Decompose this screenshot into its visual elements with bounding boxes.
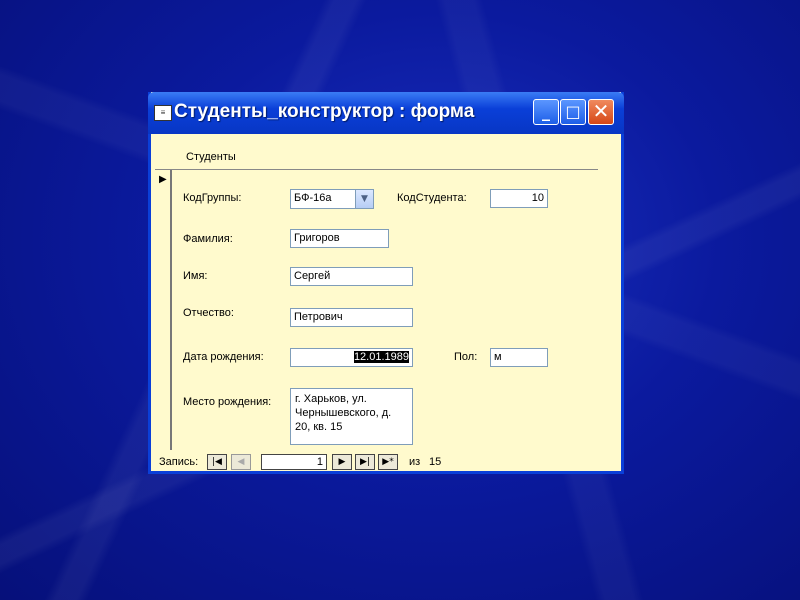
record-navigation-bar: Запись: |◀ ◀ 1 ▶ ▶| ▶* из 15: [151, 452, 621, 472]
maximize-button[interactable]: □: [560, 99, 586, 125]
birth-date-label: Дата рождения:: [183, 351, 264, 363]
next-record-button[interactable]: ▶: [332, 454, 352, 470]
group-code-combo[interactable]: БФ-16а ▼: [290, 189, 374, 209]
last-record-button[interactable]: ▶|: [355, 454, 375, 470]
last-record-icon: ▶|: [360, 457, 370, 467]
current-record-arrow-icon: ▶: [159, 174, 167, 185]
group-code-label: КодГруппы:: [183, 192, 242, 204]
close-button[interactable]: ✕: [588, 99, 614, 125]
patronymic-label: Отчество:: [183, 307, 234, 319]
previous-record-icon: ◀: [237, 457, 245, 467]
form-icon[interactable]: ≡: [154, 105, 172, 121]
birth-date-value: 12.01.1989: [353, 351, 409, 363]
new-record-icon: ▶*: [382, 457, 394, 467]
birth-place-field[interactable]: г. Харьков, ул. Чернышевского, д. 20, кв…: [290, 388, 413, 445]
header-divider: [155, 169, 598, 170]
gender-field[interactable]: м: [490, 348, 548, 367]
chevron-down-icon[interactable]: ▼: [355, 190, 373, 208]
record-selector[interactable]: ▶: [157, 170, 172, 450]
current-record-input[interactable]: 1: [261, 454, 327, 470]
gender-label: Пол:: [454, 351, 478, 363]
birth-date-field[interactable]: 12.01.1989: [290, 348, 413, 367]
record-label: Запись:: [159, 456, 199, 468]
student-code-field[interactable]: 10: [490, 189, 548, 208]
first-record-button[interactable]: |◀: [207, 454, 227, 470]
patronymic-field[interactable]: Петрович: [290, 308, 413, 327]
maximize-icon: □: [565, 102, 581, 121]
of-label: из: [409, 456, 421, 468]
first-record-icon: |◀: [212, 457, 222, 467]
birth-place-label: Место рождения:: [183, 396, 272, 408]
minimize-button[interactable]: _: [533, 99, 559, 125]
close-icon: ✕: [592, 99, 610, 123]
surname-label: Фамилия:: [183, 233, 233, 245]
new-record-button[interactable]: ▶*: [378, 454, 398, 470]
title-bar[interactable]: ≡ Студенты_конструктор : форма _ □ ✕: [148, 92, 624, 134]
total-records: 15: [429, 456, 442, 468]
minimize-icon: _: [542, 102, 550, 121]
name-field[interactable]: Сергей: [290, 267, 413, 286]
next-record-icon: ▶: [338, 457, 346, 467]
form-window: ≡ Студенты_конструктор : форма _ □ ✕ Сту…: [148, 92, 624, 474]
form-header-label: Студенты: [186, 151, 236, 163]
student-code-label: КодСтудента:: [397, 192, 467, 204]
previous-record-button[interactable]: ◀: [231, 454, 251, 470]
group-code-value: БФ-16а: [294, 192, 332, 204]
window-title: Студенты_конструктор : форма: [174, 101, 475, 122]
surname-field[interactable]: Григоров: [290, 229, 389, 248]
name-label: Имя:: [183, 270, 208, 282]
